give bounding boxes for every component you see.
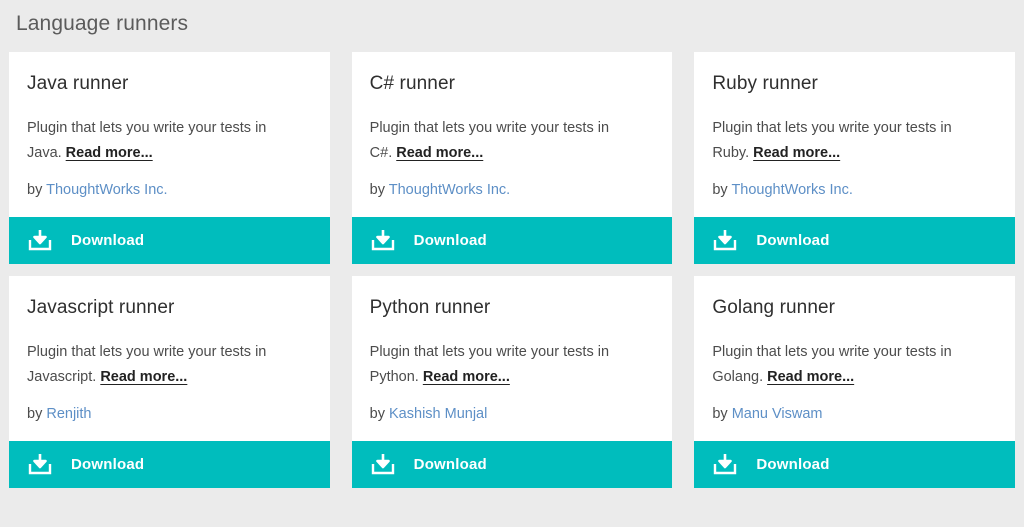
plugin-description: Plugin that lets you write your tests in… [712, 340, 997, 390]
download-button-label: Download [756, 456, 830, 473]
plugin-card: Ruby runner Plugin that lets you write y… [694, 52, 1015, 264]
download-button[interactable]: Download [9, 441, 330, 488]
plugin-card-body: Python runner Plugin that lets you write… [352, 276, 673, 441]
plugin-card: Java runner Plugin that lets you write y… [9, 52, 330, 264]
plugin-card-body: Ruby runner Plugin that lets you write y… [694, 52, 1015, 217]
author-link[interactable]: Manu Viswam [732, 406, 823, 422]
plugin-author: by ThoughtWorks Inc. [27, 180, 312, 200]
download-button-label: Download [413, 456, 487, 473]
plugin-description: Plugin that lets you write your tests in… [370, 340, 655, 390]
page-title: Language runners [16, 12, 189, 35]
download-tray-icon [28, 229, 52, 250]
download-button[interactable]: Download [694, 217, 1015, 264]
read-more-link[interactable]: Read more... [767, 369, 854, 385]
plugin-description: Plugin that lets you write your tests in… [712, 116, 997, 166]
read-more-link[interactable]: Read more... [396, 145, 483, 161]
by-label: by [369, 182, 385, 198]
plugin-title: Javascript runner [27, 297, 175, 318]
by-label: by [27, 406, 43, 422]
read-more-link[interactable]: Read more... [753, 145, 840, 161]
author-link[interactable]: Kashish Munjal [389, 406, 487, 422]
download-tray-icon [371, 229, 394, 250]
download-tray-icon [714, 453, 737, 474]
plugin-author: by Renjith [27, 404, 312, 424]
plugin-author: by Kashish Munjal [370, 404, 655, 424]
download-button-label: Download [756, 232, 830, 249]
plugin-description: Plugin that lets you write your tests in… [27, 340, 312, 390]
download-tray-icon [371, 453, 394, 474]
download-tray-icon [28, 453, 52, 474]
author-link[interactable]: ThoughtWorks Inc. [389, 182, 510, 198]
plugin-author: by ThoughtWorks Inc. [712, 180, 997, 200]
plugin-card: Golang runner Plugin that lets you write… [694, 276, 1015, 488]
plugin-card: C# runner Plugin that lets you write you… [351, 52, 673, 264]
language-runners-page: Language runners Java runner Plugin that… [0, 0, 1024, 527]
plugin-author: by ThoughtWorks Inc. [370, 180, 655, 200]
plugin-title: C# runner [369, 73, 456, 94]
plugin-title: Golang runner [712, 297, 836, 318]
plugin-title: Ruby runner [712, 73, 818, 94]
plugin-card-body: Java runner Plugin that lets you write y… [9, 52, 330, 217]
read-more-link[interactable]: Read more... [100, 369, 187, 385]
plugin-description: Plugin that lets you write your tests in… [370, 116, 655, 166]
plugin-card: Python runner Plugin that lets you write… [351, 276, 673, 488]
plugin-card-grid: Java runner Plugin that lets you write y… [0, 52, 1024, 488]
plugin-card-body: C# runner Plugin that lets you write you… [352, 52, 673, 217]
author-link[interactable]: ThoughtWorks Inc. [46, 182, 167, 198]
download-button[interactable]: Download [351, 217, 673, 264]
author-link[interactable]: Renjith [46, 406, 91, 422]
by-label: by [369, 406, 385, 422]
read-more-link[interactable]: Read more... [66, 145, 153, 161]
download-button[interactable]: Download [351, 441, 673, 488]
plugin-title: Java runner [27, 73, 129, 94]
plugin-author: by Manu Viswam [712, 404, 997, 424]
download-button-label: Download [413, 232, 487, 249]
plugin-card: Javascript runner Plugin that lets you w… [9, 276, 330, 488]
plugin-description: Plugin that lets you write your tests in… [27, 116, 312, 166]
by-label: by [712, 406, 728, 422]
by-label: by [712, 182, 728, 198]
download-tray-icon [714, 229, 737, 250]
plugin-card-body: Golang runner Plugin that lets you write… [694, 276, 1015, 441]
plugin-card-body: Javascript runner Plugin that lets you w… [9, 276, 330, 441]
download-button[interactable]: Download [9, 217, 330, 264]
author-link[interactable]: ThoughtWorks Inc. [731, 182, 852, 198]
download-button[interactable]: Download [694, 441, 1015, 488]
by-label: by [27, 182, 43, 198]
download-button-label: Download [71, 232, 145, 249]
download-button-label: Download [71, 456, 145, 473]
read-more-link[interactable]: Read more... [423, 369, 510, 385]
plugin-title: Python runner [369, 297, 491, 318]
